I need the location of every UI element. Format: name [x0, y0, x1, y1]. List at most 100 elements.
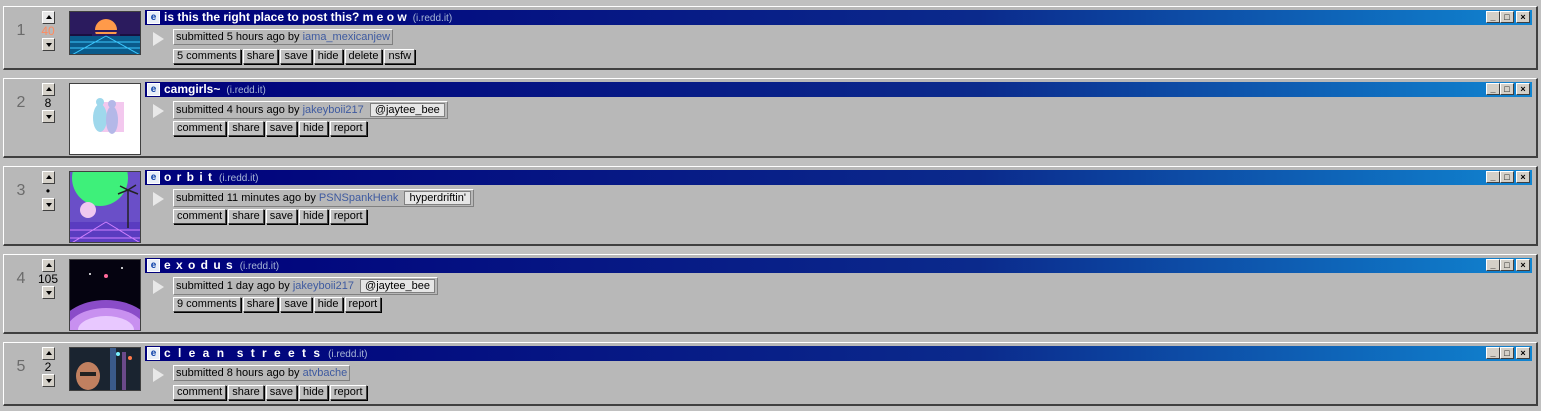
author-link[interactable]: atvbache: [303, 367, 348, 379]
post-title-bar[interactable]: e o r b i t (i.redd.it) _ □ ×: [145, 170, 1532, 185]
post-title[interactable]: is this the right place to post this? m …: [164, 10, 407, 24]
hide-button[interactable]: hide: [299, 209, 328, 224]
comments-button[interactable]: comment: [173, 121, 227, 136]
ie-icon: e: [147, 83, 160, 96]
post-title[interactable]: camgirls~: [164, 82, 220, 96]
window-controls: _ □ ×: [1486, 83, 1530, 98]
post-thumbnail[interactable]: [69, 11, 141, 55]
post-domain[interactable]: (i.redd.it): [328, 349, 367, 360]
close-icon[interactable]: ×: [1516, 83, 1530, 95]
hide-button[interactable]: hide: [313, 49, 343, 64]
upvote-arrow-icon[interactable]: [41, 171, 55, 184]
downvote-arrow-icon[interactable]: [41, 198, 55, 211]
play-icon[interactable]: [150, 279, 166, 295]
downvote-arrow-icon[interactable]: [41, 374, 55, 387]
save-button[interactable]: save: [265, 121, 298, 136]
report-button[interactable]: report: [329, 385, 367, 400]
play-icon[interactable]: [150, 191, 166, 207]
maximize-icon[interactable]: □: [1500, 83, 1514, 95]
post-score: 8: [44, 96, 52, 110]
maximize-icon[interactable]: □: [1500, 347, 1514, 359]
post-title[interactable]: e x o d u s: [164, 258, 234, 272]
post-thumbnail[interactable]: [69, 259, 141, 331]
author-link[interactable]: jakeyboii217: [303, 104, 364, 116]
share-button[interactable]: share: [228, 209, 264, 224]
post-tagline: submitted 5 hours ago by iama_mexicanjew: [173, 29, 394, 45]
nsfw-button[interactable]: nsfw: [384, 49, 416, 64]
minimize-icon[interactable]: _: [1486, 171, 1500, 183]
comments-button[interactable]: 5 comments: [173, 49, 241, 64]
play-icon[interactable]: [150, 367, 166, 383]
comments-button[interactable]: comment: [173, 385, 227, 400]
post-actions: 9 comments share save hide report: [173, 297, 383, 312]
post-tagline: submitted 1 day ago by jakeyboii217 @jay…: [173, 277, 439, 295]
close-icon[interactable]: ×: [1516, 259, 1530, 271]
post-title-bar[interactable]: e e x o d u s (i.redd.it) _ □ ×: [145, 258, 1532, 273]
post-rank: 1: [16, 22, 26, 39]
ie-icon: e: [147, 259, 160, 272]
play-icon[interactable]: [150, 103, 166, 119]
hide-button[interactable]: hide: [299, 121, 328, 136]
hide-button[interactable]: hide: [299, 385, 328, 400]
downvote-arrow-icon[interactable]: [41, 286, 55, 299]
maximize-icon[interactable]: □: [1500, 171, 1514, 183]
author-link[interactable]: iama_mexicanjew: [303, 31, 390, 43]
post-title-bar[interactable]: e camgirls~ (i.redd.it) _ □ ×: [145, 82, 1532, 97]
close-icon[interactable]: ×: [1516, 347, 1530, 359]
comments-button[interactable]: 9 comments: [173, 297, 241, 312]
post-title[interactable]: c l e a n s t r e e t s: [164, 346, 322, 360]
save-button[interactable]: save: [280, 49, 312, 64]
retro-sunset-thumbnail: [70, 12, 140, 54]
submitted-text: submitted 4 hours ago by: [176, 104, 300, 116]
share-button[interactable]: share: [242, 297, 279, 312]
report-button[interactable]: report: [329, 209, 367, 224]
close-icon[interactable]: ×: [1516, 11, 1530, 23]
post-score: 105: [38, 272, 59, 286]
minimize-icon[interactable]: _: [1486, 259, 1500, 271]
minimize-icon[interactable]: _: [1486, 83, 1500, 95]
share-button[interactable]: share: [228, 121, 264, 136]
close-icon[interactable]: ×: [1516, 171, 1530, 183]
share-button[interactable]: share: [228, 385, 264, 400]
submitted-text: submitted 1 day ago by: [176, 280, 290, 292]
hide-button[interactable]: hide: [313, 297, 343, 312]
downvote-arrow-icon[interactable]: [41, 38, 55, 51]
upvote-arrow-icon[interactable]: [41, 259, 55, 272]
comments-button[interactable]: comment: [173, 209, 227, 224]
post-domain[interactable]: (i.redd.it): [226, 85, 265, 96]
post-title-bar[interactable]: e is this the right place to post this? m…: [145, 10, 1532, 25]
minimize-icon[interactable]: _: [1486, 347, 1500, 359]
save-button[interactable]: save: [265, 209, 298, 224]
post-domain[interactable]: (i.redd.it): [219, 173, 258, 184]
post-title[interactable]: o r b i t: [164, 170, 213, 184]
post-thumbnail[interactable]: [69, 83, 141, 155]
upvote-arrow-icon[interactable]: [41, 347, 55, 360]
planet-thumbnail: [70, 260, 140, 330]
author-link[interactable]: jakeyboii217: [293, 280, 354, 292]
maximize-icon[interactable]: □: [1500, 259, 1514, 271]
post-1: 1 40 e is this the right place to post th…: [3, 6, 1538, 70]
ie-icon: e: [147, 171, 160, 184]
save-button[interactable]: save: [265, 385, 298, 400]
maximize-icon[interactable]: □: [1500, 11, 1514, 23]
post-tagline: submitted 11 minutes ago by PSNSpankHenk…: [173, 189, 474, 207]
report-button[interactable]: report: [329, 121, 367, 136]
share-button[interactable]: share: [242, 49, 279, 64]
vote-controls: 2: [38, 347, 58, 387]
delete-button[interactable]: delete: [344, 49, 383, 64]
post-rank: 5: [16, 358, 26, 375]
post-domain[interactable]: (i.redd.it): [413, 13, 452, 24]
upvote-arrow-icon[interactable]: [41, 11, 55, 24]
play-icon[interactable]: [150, 31, 166, 47]
post-domain[interactable]: (i.redd.it): [240, 261, 279, 272]
downvote-arrow-icon[interactable]: [41, 110, 55, 123]
save-button[interactable]: save: [280, 297, 312, 312]
upvote-arrow-icon[interactable]: [41, 83, 55, 96]
author-link[interactable]: PSNSpankHenk: [319, 192, 399, 204]
minimize-icon[interactable]: _: [1486, 11, 1500, 23]
post-title-bar[interactable]: e c l e a n s t r e e t s (i.redd.it) _ □ ×: [145, 346, 1532, 361]
report-button[interactable]: report: [344, 297, 382, 312]
post-thumbnail[interactable]: [69, 171, 141, 243]
post-thumbnail[interactable]: [69, 347, 141, 391]
ie-icon: e: [147, 11, 160, 24]
